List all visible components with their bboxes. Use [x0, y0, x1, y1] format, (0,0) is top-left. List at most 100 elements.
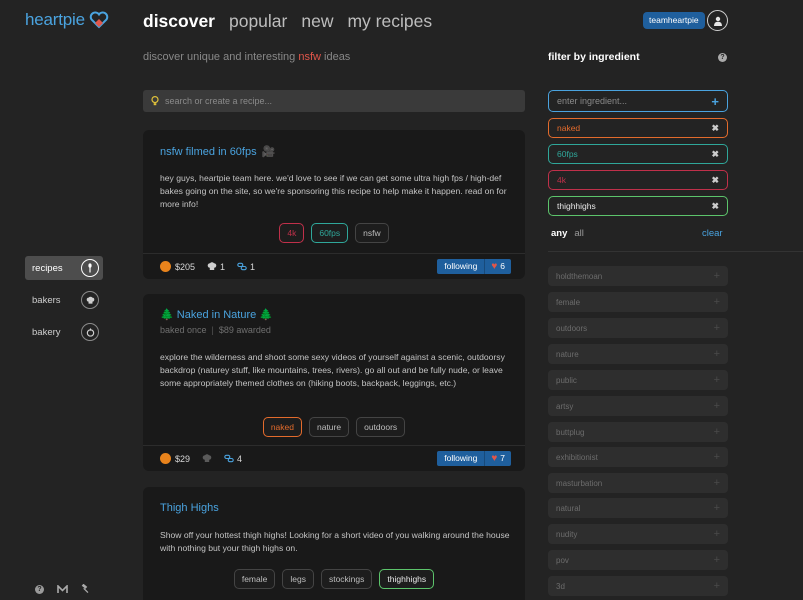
- match-all-option[interactable]: all: [574, 228, 584, 239]
- suggested-ingredient[interactable]: pov +: [548, 550, 728, 570]
- medium-icon[interactable]: [57, 584, 68, 594]
- ingredient-chip-60fps: 60fps ✖: [548, 144, 728, 164]
- add-ingredient-icon[interactable]: +: [711, 94, 719, 109]
- suggested-ingredient[interactable]: nudity +: [548, 524, 728, 544]
- tag-chip[interactable]: 60fps: [311, 223, 349, 243]
- following-button[interactable]: following: [437, 451, 486, 466]
- add-icon: +: [713, 554, 720, 566]
- suggested-ingredient[interactable]: buttplug +: [548, 422, 728, 442]
- link-icon: [224, 454, 234, 463]
- recipe-title[interactable]: nsfw filmed in 60fps: [160, 146, 257, 158]
- sidebar-item-label: bakers: [32, 294, 61, 306]
- username-button[interactable]: teamheartpie: [643, 12, 705, 29]
- tab-popular[interactable]: popular: [229, 11, 287, 32]
- ingredient-chip-4k: 4k ✖: [548, 170, 728, 190]
- like-button[interactable]: ♥ 7: [485, 451, 511, 466]
- chef-hat-icon: [207, 262, 217, 270]
- remove-ingredient-icon[interactable]: ✖: [711, 149, 719, 160]
- match-any-option[interactable]: any: [551, 228, 567, 239]
- suggested-ingredient-label: 3d: [556, 581, 565, 591]
- lightbulb-icon: [151, 96, 159, 106]
- tag-chip[interactable]: thighhighs: [379, 569, 435, 589]
- like-button[interactable]: ♥ 6: [485, 259, 511, 274]
- tagline-highlight[interactable]: nsfw: [298, 51, 321, 63]
- tag-chip[interactable]: outdoors: [356, 417, 406, 437]
- remove-ingredient-icon[interactable]: ✖: [711, 123, 719, 134]
- tag-chip[interactable]: legs: [282, 569, 314, 589]
- suggested-ingredient-label: exhibitionist: [556, 452, 598, 462]
- tag-chip[interactable]: stockings: [320, 569, 373, 589]
- sidebar-item-bakers[interactable]: bakers: [25, 288, 103, 312]
- recipe-search-input[interactable]: [165, 96, 505, 106]
- brand-logo[interactable]: heartpie: [25, 10, 109, 30]
- recipe-title[interactable]: Thigh Highs: [160, 502, 219, 514]
- link-icon: [237, 262, 247, 271]
- tab-new[interactable]: new: [301, 11, 333, 32]
- remove-ingredient-icon[interactable]: ✖: [711, 175, 719, 186]
- add-icon: +: [713, 477, 720, 489]
- suggested-ingredient[interactable]: 3d +: [548, 576, 728, 596]
- chef-hat-icon: [81, 291, 99, 309]
- suggested-ingredient-label: nudity: [556, 529, 578, 539]
- reward-stat: $205: [160, 261, 195, 272]
- recipe-footer: $205 1 1 following ♥ 6: [143, 253, 525, 279]
- like-count: 6: [500, 261, 505, 271]
- filter-title: filter by ingredient: [548, 51, 640, 63]
- recipe-title[interactable]: Naked in Nature: [177, 309, 257, 321]
- add-icon: +: [713, 322, 720, 334]
- tree-icon: 🌲: [259, 309, 274, 321]
- add-icon: +: [713, 426, 720, 438]
- ingredient-input-box: +: [548, 90, 728, 112]
- tab-discover[interactable]: discover: [143, 11, 215, 32]
- recipe-title-row[interactable]: 🌲 Naked in Nature 🌲: [160, 308, 273, 321]
- tag-chip[interactable]: nsfw: [355, 223, 389, 243]
- recipe-description: explore the wilderness and shoot some se…: [160, 352, 505, 388]
- ingredient-chip-label: naked: [557, 123, 581, 133]
- filter-help-icon[interactable]: ?: [718, 53, 727, 62]
- link-count-stat: 1: [237, 262, 255, 272]
- reward-amount: $205: [175, 261, 196, 272]
- ingredient-input[interactable]: [557, 96, 702, 106]
- recipe-card: nsfw filmed in 60fps 🎥 hey guys, heartpi…: [143, 130, 525, 279]
- recipe-card: 🌲 Naked in Nature 🌲 baked once | $89 award…: [143, 294, 525, 471]
- suggested-ingredient-label: outdoors: [556, 323, 588, 333]
- tab-my-recipes[interactable]: my recipes: [347, 11, 432, 32]
- remove-ingredient-icon[interactable]: ✖: [711, 201, 719, 212]
- match-mode-toggle: any all: [551, 228, 584, 239]
- suggested-ingredient[interactable]: outdoors +: [548, 318, 728, 338]
- sidebar-item-recipes[interactable]: recipes: [25, 256, 103, 280]
- suggested-ingredient[interactable]: exhibitionist +: [548, 447, 728, 467]
- tag-chip[interactable]: female: [233, 569, 276, 589]
- suggested-ingredient[interactable]: nature +: [548, 344, 728, 364]
- brand-name: heartpie: [25, 10, 85, 29]
- sidebar-item-bakery[interactable]: bakery: [25, 320, 103, 344]
- reward-amount: $29: [175, 453, 191, 464]
- add-icon: +: [713, 502, 720, 514]
- suggested-ingredient-label: artsy: [556, 401, 574, 411]
- coin-icon: [160, 261, 171, 272]
- help-icon[interactable]: ?: [35, 584, 44, 594]
- recipe-tags: 4k 60fps nsfw: [143, 223, 525, 243]
- recipe-title-row[interactable]: nsfw filmed in 60fps 🎥: [160, 145, 275, 158]
- tag-chip[interactable]: naked: [262, 417, 302, 437]
- tag-chip[interactable]: nature: [308, 417, 350, 437]
- follow-control: following ♥ 7: [437, 451, 511, 466]
- suggested-ingredient[interactable]: female +: [548, 292, 728, 312]
- filter-divider: [548, 251, 803, 252]
- suggested-ingredient[interactable]: artsy +: [548, 396, 728, 416]
- user-profile-icon[interactable]: [707, 10, 728, 31]
- ingredient-chip-label: 4k: [557, 175, 566, 185]
- ingredient-chip-label: thighhighs: [557, 201, 596, 211]
- following-button[interactable]: following: [437, 259, 486, 274]
- baker-count-stat: 1: [207, 262, 225, 272]
- hammer-icon[interactable]: [81, 584, 91, 594]
- suggested-ingredient[interactable]: holdthemoan +: [548, 266, 728, 286]
- suggested-ingredient[interactable]: public +: [548, 370, 728, 390]
- suggested-ingredient[interactable]: natural +: [548, 498, 728, 518]
- clear-filters-link[interactable]: clear: [702, 228, 723, 239]
- suggested-ingredient[interactable]: masturbation +: [548, 473, 728, 493]
- recipe-description: hey guys, heartpie team here. we'd love …: [160, 173, 507, 209]
- tag-chip[interactable]: 4k: [279, 223, 305, 243]
- suggested-ingredient-label: holdthemoan: [556, 271, 603, 281]
- recipe-card: Thigh Highs Show off your hottest thigh …: [143, 487, 525, 600]
